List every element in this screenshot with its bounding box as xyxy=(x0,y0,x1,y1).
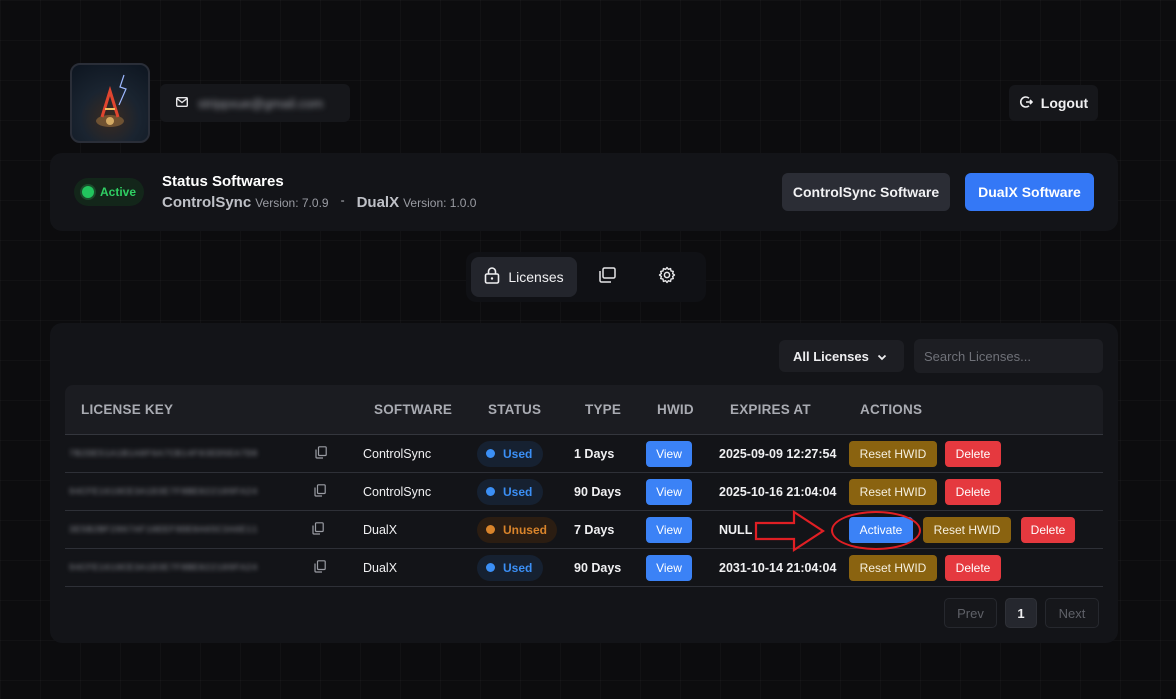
status-badge: Used xyxy=(477,440,543,467)
status-badge: Used xyxy=(477,554,543,581)
reset-hwid-button[interactable]: Reset HWID xyxy=(849,478,937,505)
delete-button[interactable]: Delete xyxy=(1021,516,1075,543)
copy-icon[interactable] xyxy=(312,521,324,538)
search-licenses-input[interactable] xyxy=(914,339,1103,373)
column-header-hwid: HWID xyxy=(657,402,694,417)
avatar xyxy=(70,63,150,143)
status-title: Status Softwares xyxy=(162,173,284,190)
view-hwid-button[interactable]: View xyxy=(646,478,692,505)
active-badge-label: Active xyxy=(100,185,137,199)
status-badge: Used xyxy=(477,478,543,505)
delete-button[interactable]: Delete xyxy=(945,478,1001,505)
software-name: ControlSync xyxy=(363,446,432,461)
status-dot-icon xyxy=(486,449,495,458)
lock-icon xyxy=(484,267,500,287)
tab-licenses-label: Licenses xyxy=(508,269,564,285)
version-separator: - xyxy=(340,193,345,207)
expires-at: NULL xyxy=(719,522,753,537)
copy-icon[interactable] xyxy=(315,445,327,462)
pagination: Prev 1 Next xyxy=(944,598,1099,628)
mail-icon xyxy=(175,94,189,112)
gear-icon xyxy=(658,266,676,289)
software-name: DualX xyxy=(363,522,398,537)
license-filter-select[interactable]: All Licenses xyxy=(779,340,904,372)
status-label: Used xyxy=(503,560,533,575)
controlsync-software-button[interactable]: ControlSync Software xyxy=(782,173,950,211)
tab-settings[interactable] xyxy=(655,265,679,289)
column-header-status: STATUS xyxy=(488,402,542,417)
next-page-button[interactable]: Next xyxy=(1045,598,1099,628)
software-name: ControlSync xyxy=(363,484,432,499)
status-dot-icon xyxy=(486,563,495,572)
column-header-actions: ACTIONS xyxy=(860,402,923,417)
delete-button[interactable]: Delete xyxy=(945,440,1001,467)
license-type: 90 Days xyxy=(574,560,622,575)
status-panel: Active Status Softwares ControlSync Vers… xyxy=(50,153,1118,231)
current-page-button[interactable]: 1 xyxy=(1005,598,1037,628)
view-hwid-button[interactable]: View xyxy=(646,440,692,467)
status-label: Used xyxy=(503,484,533,499)
expires-at: 2025-09-09 12:27:54 xyxy=(719,446,837,461)
tab-copy-pages[interactable] xyxy=(595,265,619,289)
licenses-panel: All Licenses LICENSE KEY SOFTWARE STATUS… xyxy=(50,323,1118,643)
reset-hwid-button[interactable]: Reset HWID xyxy=(849,554,937,581)
view-hwid-button[interactable]: View xyxy=(646,516,692,543)
license-key: 94CFE1610CE3A1D3E7F8BE022109FA24 xyxy=(69,486,258,497)
user-email: strippxue@gmail.com xyxy=(198,95,324,111)
license-type: 7 Days xyxy=(574,522,615,537)
versions-line: ControlSync Version: 7.0.9 - DualX Versi… xyxy=(162,193,477,211)
version-label-controlsync: Version: 7.0.9 xyxy=(255,196,329,210)
logout-icon xyxy=(1019,95,1033,112)
logout-label: Logout xyxy=(1040,95,1089,111)
license-type: 90 Days xyxy=(574,484,622,499)
table-row: 3E5B2BF2867AF10EEF9DE0A65C3A6E11 DualX U… xyxy=(65,511,1103,549)
status-dot-icon xyxy=(486,487,495,496)
reset-hwid-button[interactable]: Reset HWID xyxy=(923,516,1011,543)
software-name: DualX xyxy=(363,560,398,575)
tab-licenses[interactable]: Licenses xyxy=(471,257,577,297)
dualx-software-button[interactable]: DualX Software xyxy=(965,173,1094,211)
status-dot-icon xyxy=(486,525,495,534)
status-badge: Unused xyxy=(477,516,557,543)
view-hwid-button[interactable]: View xyxy=(646,554,692,581)
reset-hwid-button[interactable]: Reset HWID xyxy=(849,440,937,467)
prev-page-button[interactable]: Prev xyxy=(944,598,997,628)
expires-at: 2031-10-14 21:04:04 xyxy=(719,560,837,575)
copy-pages-icon xyxy=(598,266,616,288)
license-type: 1 Days xyxy=(574,446,615,461)
expires-at: 2025-10-16 21:04:04 xyxy=(719,484,837,499)
filter-select-value: All Licenses xyxy=(793,348,869,364)
column-header-software: SOFTWARE xyxy=(374,402,453,417)
chevron-down-icon xyxy=(877,349,887,364)
status-label: Used xyxy=(503,446,533,461)
table-header: LICENSE KEY SOFTWARE STATUS TYPE HWID EX… xyxy=(65,385,1103,435)
copy-icon[interactable] xyxy=(314,559,326,576)
activate-button[interactable]: Activate xyxy=(849,516,913,543)
status-dot-icon xyxy=(82,186,94,198)
table-row: 94CFE1610CE3A1D3E7F8BE022109FA24 Control… xyxy=(65,473,1103,511)
column-header-expires-at: EXPIRES AT xyxy=(730,402,811,417)
email-chip: strippxue@gmail.com xyxy=(160,84,350,122)
version-name-controlsync: ControlSync xyxy=(162,194,252,211)
table-row: 94CFE1610CE3A1D3E7F8BE022109FA24 DualX U… xyxy=(65,549,1103,587)
license-key: 7B2DE51A1B1A8F6A7CB14F03ED5EA7D8 xyxy=(69,448,258,459)
table-row: 7B2DE51A1B1A8F6A7CB14F03ED5EA7D8 Control… xyxy=(65,435,1103,473)
delete-button[interactable]: Delete xyxy=(945,554,1001,581)
active-status-badge: Active xyxy=(74,178,144,206)
version-label-dualx: Version: 1.0.0 xyxy=(403,196,477,210)
column-header-type: TYPE xyxy=(585,402,622,417)
column-header-license-key: LICENSE KEY xyxy=(81,402,174,417)
status-label: Unused xyxy=(502,522,547,537)
license-key: 94CFE1610CE3A1D3E7F8BE022109FA24 xyxy=(69,562,258,573)
logout-button[interactable]: Logout xyxy=(1009,85,1098,121)
license-key: 3E5B2BF2867AF10EEF9DE0A65C3A6E11 xyxy=(69,524,258,535)
version-name-dualx: DualX xyxy=(356,194,400,211)
tabs-bar: Licenses xyxy=(466,252,706,302)
copy-icon[interactable] xyxy=(314,483,326,500)
